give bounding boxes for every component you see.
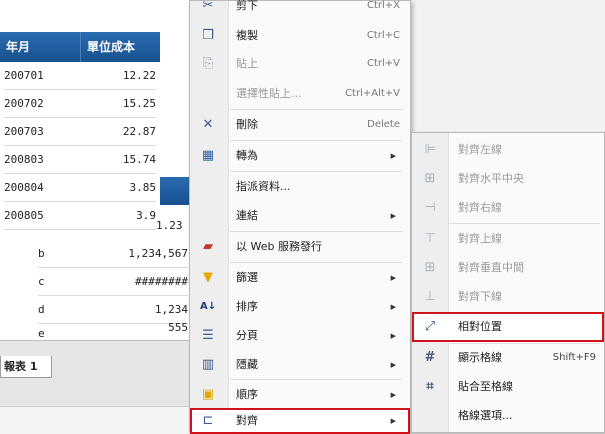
table-cell[interactable]: 200701	[4, 62, 80, 90]
secondary-table: b 1,234,567 c ######## d 1,234 e 555	[32, 236, 192, 340]
submenu-arrow-icon: ▶	[390, 417, 396, 425]
align-bottom-icon: ⊥	[424, 289, 436, 304]
delete-x-icon: ✕	[202, 117, 214, 132]
column-header-yearmonth[interactable]: 年月	[0, 32, 80, 62]
align-top-icon: ⊤	[424, 231, 436, 246]
table-cell[interactable]: 200703	[4, 118, 80, 146]
table-cell[interactable]: c	[38, 268, 108, 296]
menu-item-paste-special[interactable]: 選擇性貼上... Ctrl+Alt+V	[190, 79, 410, 109]
scissors-icon: ✂	[202, 0, 214, 13]
context-menu: ✂ 剪下 Ctrl+X ❐ 複製 Ctrl+C ⎘ 貼上 Ctrl+V 選擇性貼…	[189, 0, 411, 434]
table-cell[interactable]: 3.85	[80, 174, 156, 202]
menu-item-convert[interactable]: ▦ 轉為 ▶	[190, 141, 410, 171]
page-break-icon: ☰	[202, 328, 214, 343]
submenu-arrow-icon: ▶	[390, 152, 396, 160]
web-service-icon: ▰	[203, 239, 213, 254]
menu-item-delete[interactable]: ✕ 刪除 Delete	[190, 110, 410, 140]
paste-icon: ⎘	[202, 56, 214, 71]
table-cell[interactable]: 200804	[4, 174, 80, 202]
submenu-item-align-left[interactable]: ⊫ 對齊左線	[412, 135, 604, 165]
menu-item-publish-web-service[interactable]: ▰ 以 Web 服務發行	[190, 232, 410, 262]
submenu-item-align-center-horizontal[interactable]: ⊞ 對齊水平中央	[412, 164, 604, 194]
submenu-arrow-icon: ▶	[390, 361, 396, 369]
submenu-arrow-icon: ▶	[390, 332, 396, 340]
menu-item-copy[interactable]: ❐ 複製 Ctrl+C	[190, 21, 410, 51]
submenu-arrow-icon: ▶	[390, 391, 396, 399]
sort-az-icon: A↓	[200, 301, 217, 312]
submenu-item-align-right[interactable]: ⊣ 對齊右線	[412, 193, 604, 223]
submenu-arrow-icon: ▶	[390, 274, 396, 282]
submenu-item-align-middle-vertical[interactable]: ⊞ 對齊垂直中間	[412, 253, 604, 283]
menu-item-filter[interactable]: ▼ 篩選 ▶	[190, 263, 410, 293]
table-cell[interactable]: e	[38, 322, 108, 340]
menu-item-link[interactable]: 連結 ▶	[190, 201, 410, 231]
hide-columns-icon: ▥	[201, 357, 215, 372]
snap-to-grid-icon: ⌗	[426, 379, 434, 394]
table-cell[interactable]: 12.22	[80, 62, 156, 90]
align-left-icon: ⊫	[424, 142, 436, 157]
table-cell[interactable]: 22.87	[80, 118, 156, 146]
table-cell[interactable]: 3.9	[80, 202, 156, 230]
submenu-item-align-bottom[interactable]: ⊥ 對齊下線	[412, 282, 604, 312]
table-cell[interactable]: b	[38, 240, 108, 268]
align-submenu: ⊫ 對齊左線 ⊞ 對齊水平中央 ⊣ 對齊右線 ⊤ 對齊上線 ⊞ 對齊垂直中間 ⊥…	[411, 132, 605, 433]
convert-table-icon: ▦	[201, 148, 215, 163]
sheet-tab-report-1[interactable]: 報表 1	[0, 356, 52, 378]
relative-position-icon: ⤢	[424, 319, 436, 334]
menu-item-assign-data[interactable]: 指派資料...	[190, 172, 410, 202]
column-header-unit-cost[interactable]: 單位成本	[80, 32, 160, 62]
submenu-arrow-icon: ▶	[390, 212, 396, 220]
table-cell[interactable]: d	[38, 296, 108, 324]
column-header-extra	[160, 177, 190, 205]
submenu-item-align-top[interactable]: ⊤ 對齊上線	[412, 224, 604, 254]
align-right-icon: ⊣	[424, 200, 436, 215]
align-middle-v-icon: ⊞	[424, 260, 436, 275]
table-cell[interactable]: 15.25	[80, 90, 156, 118]
menu-item-paste[interactable]: ⎘ 貼上 Ctrl+V	[190, 49, 410, 79]
align-icon: ⊏	[202, 413, 214, 428]
submenu-item-grid-options[interactable]: 格線選項...	[412, 401, 604, 431]
table-cell[interactable]: 1,234	[108, 296, 188, 324]
order-icon: ▣	[201, 387, 215, 402]
table-cell[interactable]: 200805	[4, 202, 80, 230]
table-cell[interactable]: ########	[108, 268, 188, 296]
table-cell[interactable]: 200702	[4, 90, 80, 118]
submenu-item-show-grid[interactable]: # 顯示格線 Shift+F9	[412, 343, 604, 373]
menu-item-align[interactable]: ⊏ 對齊 ▶	[190, 408, 410, 434]
filter-icon: ▼	[203, 270, 213, 285]
grid-icon: #	[424, 350, 436, 365]
table-cell[interactable]: 200803	[4, 146, 80, 174]
table-cell[interactable]: 15.74	[80, 146, 156, 174]
menu-item-order[interactable]: ▣ 順序 ▶	[190, 380, 410, 410]
submenu-arrow-icon: ▶	[390, 303, 396, 311]
table-cell[interactable]: 555	[108, 322, 188, 340]
submenu-item-snap-to-grid[interactable]: ⌗ 貼合至格線	[412, 372, 604, 402]
copy-icon: ❐	[202, 28, 214, 43]
menu-item-cut[interactable]: ✂ 剪下 Ctrl+X	[190, 0, 410, 21]
menu-item-sort[interactable]: A↓ 排序 ▶	[190, 292, 410, 322]
align-center-h-icon: ⊞	[424, 171, 436, 186]
menu-item-hide[interactable]: ▥ 隱藏 ▶	[190, 350, 410, 380]
submenu-item-relative-position[interactable]: ⤢ 相對位置	[412, 312, 604, 342]
menu-item-page-break[interactable]: ☰ 分頁 ▶	[190, 321, 410, 351]
table-cell[interactable]: 1,234,567	[108, 240, 188, 268]
